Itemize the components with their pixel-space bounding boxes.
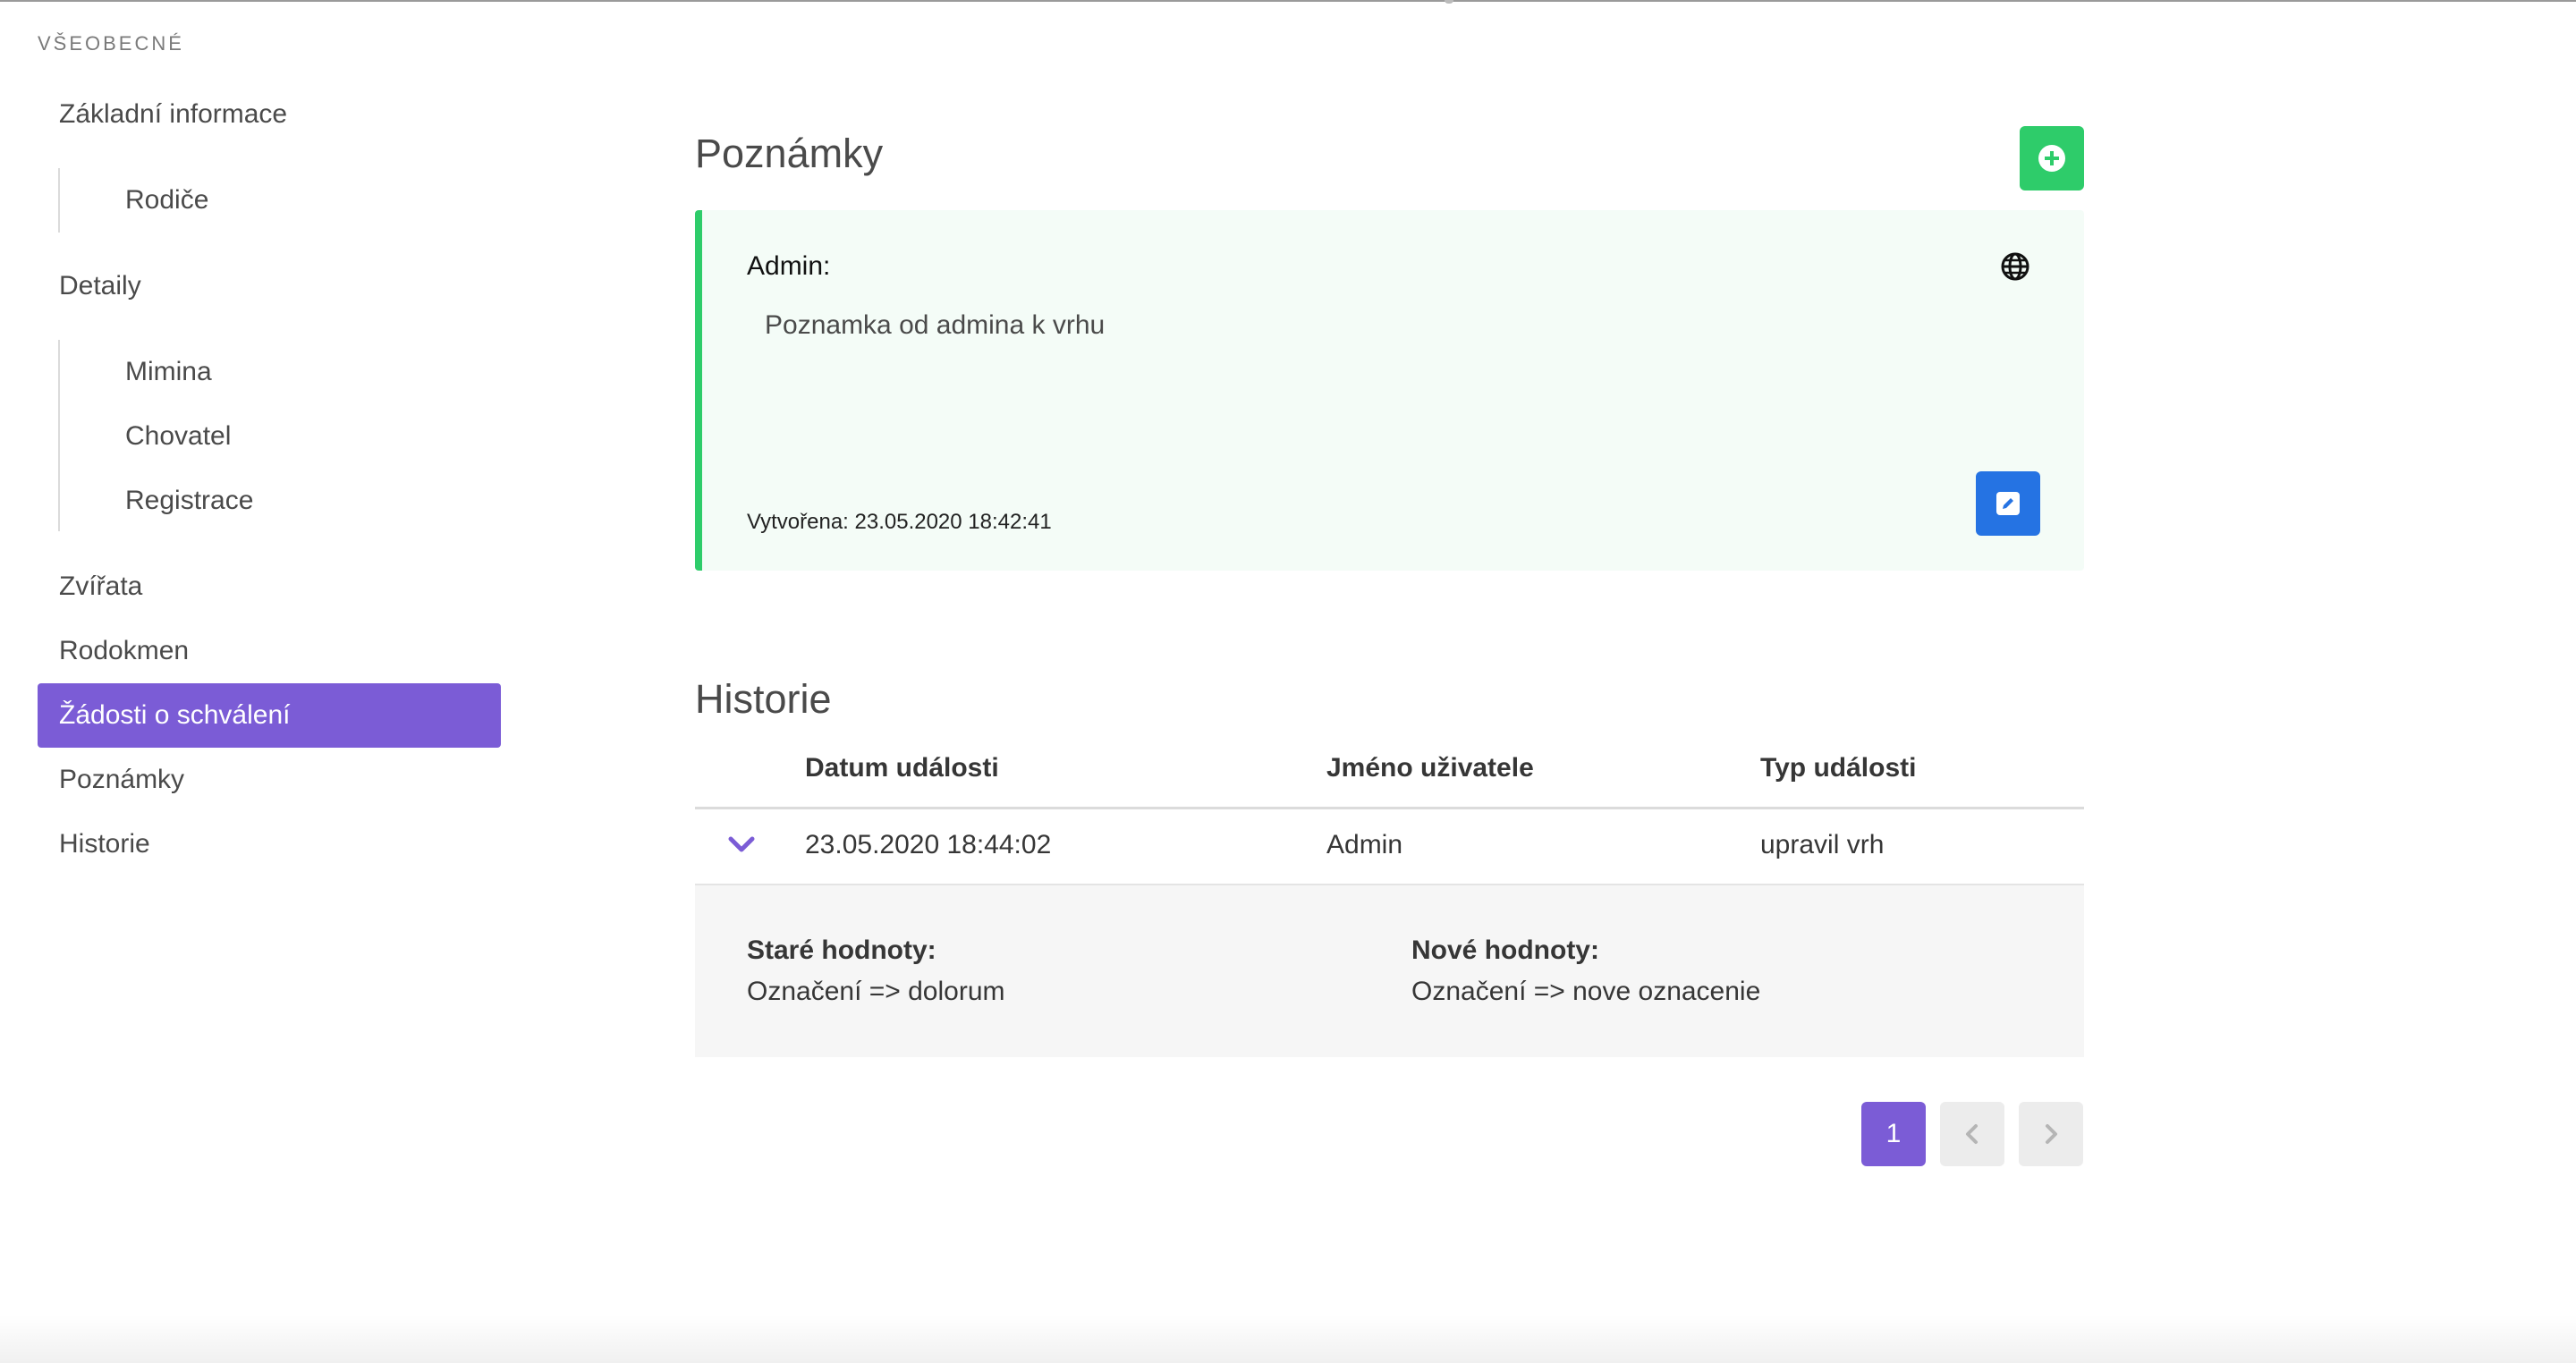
note-author: Admin: (747, 251, 831, 281)
sidebar-item-chovatel[interactable]: Chovatel (104, 404, 462, 469)
sidebar-section-label: VŠEOBECNÉ (38, 32, 184, 55)
column-header-date[interactable]: Datum události (805, 753, 999, 783)
notes-title: Poznámky (695, 131, 884, 176)
chevron-down-icon[interactable] (726, 832, 757, 859)
note-created-date: Vytvořena: 23.05.2020 18:42:41 (747, 510, 1052, 534)
sidebar-item-zadosti-o-schvaleni[interactable]: Žádosti o schválení (38, 683, 501, 748)
sidebar-item-poznamky[interactable]: Poznámky (38, 748, 501, 812)
sidebar-item-detaily[interactable]: Detaily (38, 254, 501, 318)
old-values: Označení => dolorum (747, 977, 1005, 1006)
table-cell-type: upravil vrh (1760, 830, 1885, 859)
sidebar-item-rodice[interactable]: Rodiče (104, 168, 462, 233)
column-header-type[interactable]: Typ události (1760, 753, 1916, 783)
table-cell-user: Admin (1326, 830, 1403, 859)
submenu-line (58, 340, 60, 531)
sidebar-item-historie[interactable]: Historie (38, 812, 501, 876)
sidebar-item-rodokmen[interactable]: Rodokmen (38, 619, 501, 683)
column-header-user[interactable]: Jméno uživatele (1326, 753, 1534, 783)
history-title: Historie (695, 676, 832, 722)
history-detail-panel: Staré hodnoty: Označení => dolorum Nové … (695, 885, 2084, 1057)
edit-icon (1996, 492, 2020, 515)
new-values-label: Nové hodnoty: (1411, 935, 1599, 965)
new-values: Označení => nove oznacenie (1411, 977, 1761, 1006)
window-top-border (0, 0, 2576, 2)
chevron-left-icon (1966, 1124, 1978, 1144)
note-card: Admin: Poznamka od admina k vrhu Vytvoře… (695, 210, 2084, 571)
edit-note-button[interactable] (1976, 471, 2040, 536)
sidebar-item-mimina[interactable]: Mimina (104, 340, 462, 404)
pagination-next-button[interactable] (2019, 1102, 2083, 1166)
window-bottom-shadow (0, 1315, 2576, 1363)
pagination-page-1[interactable]: 1 (1861, 1102, 1926, 1166)
globe-icon (2001, 252, 2029, 281)
table-cell-date: 23.05.2020 18:44:02 (805, 830, 1052, 859)
sidebar-item-zvirata[interactable]: Zvířata (38, 555, 501, 619)
sidebar-item-registrace[interactable]: Registrace (104, 469, 462, 533)
sidebar-item-zakladni-informace[interactable]: Základní informace (38, 82, 501, 147)
window-top-mark (1445, 0, 1453, 4)
pagination-prev-button[interactable] (1940, 1102, 2004, 1166)
old-values-label: Staré hodnoty: (747, 935, 936, 965)
table-header-divider (695, 807, 2084, 809)
add-note-button[interactable] (2020, 126, 2084, 190)
note-text: Poznamka od admina k vrhu (765, 310, 1106, 340)
submenu-line (58, 168, 60, 233)
chevron-right-icon (2046, 1124, 2057, 1144)
plus-circle-icon (2038, 145, 2065, 172)
